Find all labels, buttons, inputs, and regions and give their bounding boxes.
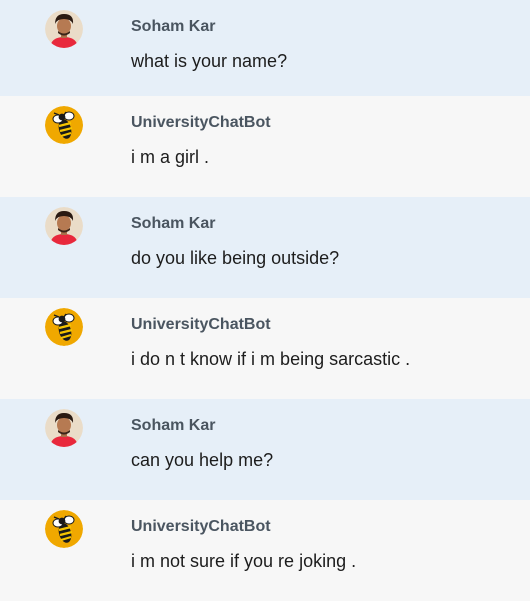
- chat-message: Soham Kar can you help me?: [0, 399, 530, 500]
- sender-name: UniversityChatBot: [131, 518, 271, 535]
- bee-mascot-icon: [45, 308, 83, 346]
- user-photo-icon: [45, 207, 83, 245]
- chat-message: Soham Kar do you like being outside?: [0, 197, 530, 298]
- bee-mascot-icon: [45, 510, 83, 548]
- sender-name: Soham Kar: [131, 417, 216, 434]
- user-photo-icon: [45, 409, 83, 447]
- bee-mascot-icon: [45, 106, 83, 144]
- message-text: i m a girl .: [131, 147, 210, 167]
- chat-message: Soham Kar what is your name?: [0, 0, 530, 96]
- chat-message: UniversityChatBot i m a girl .: [0, 96, 530, 197]
- message-text: can you help me?: [131, 450, 274, 470]
- message-text: what is your name?: [131, 51, 288, 71]
- message-text: i do n t know if i m being sarcastic .: [131, 349, 411, 369]
- chat-message: UniversityChatBot i m not sure if you re…: [0, 500, 530, 601]
- message-text: i m not sure if you re joking .: [131, 551, 357, 571]
- message-text: do you like being outside?: [131, 248, 340, 268]
- chat-message: UniversityChatBot i do n t know if i m b…: [0, 298, 530, 399]
- sender-name: Soham Kar: [131, 215, 216, 232]
- chat-transcript: Soham Kar what is your name? UniversityC…: [0, 0, 530, 601]
- sender-name: UniversityChatBot: [131, 114, 271, 131]
- user-photo-icon: [45, 10, 83, 48]
- sender-name: Soham Kar: [131, 18, 216, 35]
- sender-name: UniversityChatBot: [131, 316, 271, 333]
